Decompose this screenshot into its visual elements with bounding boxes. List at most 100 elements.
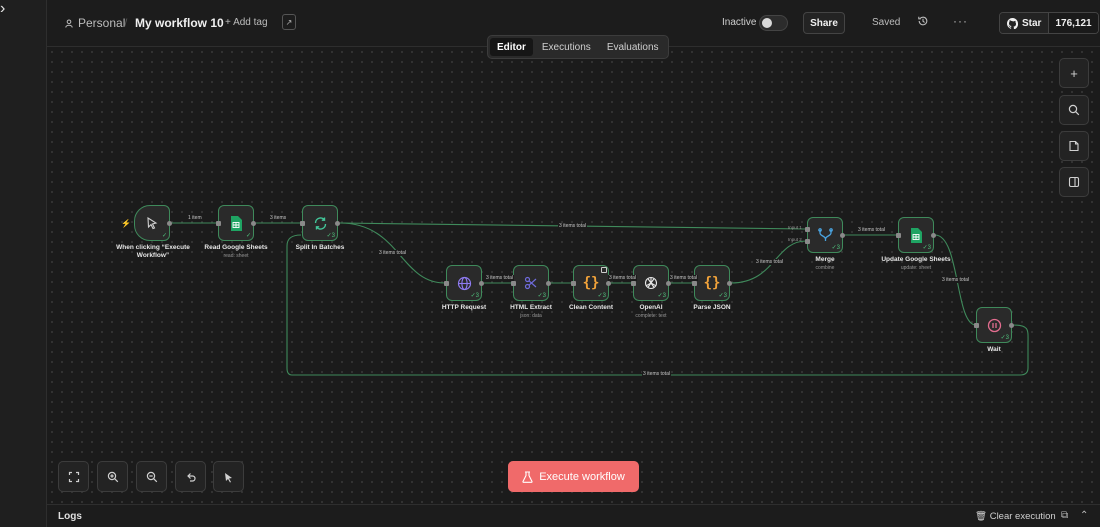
active-toggle[interactable] <box>759 15 788 31</box>
flask-icon <box>522 470 533 483</box>
workflow-title[interactable]: My workflow 10 <box>135 16 224 30</box>
sticky-note-button[interactable] <box>1059 131 1089 161</box>
output-handle[interactable] <box>666 281 671 286</box>
output-handle[interactable] <box>606 281 611 286</box>
search-nodes-button[interactable] <box>1059 95 1089 125</box>
node-split-in-batches[interactable]: ✓3 <box>300 205 340 241</box>
edge-label: 3 items total <box>642 371 671 377</box>
success-check-icon: ✓3 <box>718 293 727 299</box>
output-handle[interactable] <box>335 221 340 226</box>
ellipsis-icon: ··· <box>953 14 968 28</box>
node-html-extract[interactable]: ✓3 <box>511 265 551 301</box>
project-name: Personal <box>78 16 126 30</box>
more-options-button[interactable]: ··· <box>953 14 968 28</box>
note-indicator-icon <box>601 267 607 273</box>
open-external-button[interactable]: ↗ <box>282 14 296 30</box>
output-handle[interactable] <box>479 281 484 286</box>
input-handle[interactable] <box>974 323 979 328</box>
view-tabs: Editor Executions Evaluations <box>487 35 669 59</box>
input-handle[interactable] <box>631 281 636 286</box>
sidebar-collapse-button[interactable]: › <box>0 0 47 527</box>
popout-logs-button[interactable]: ⧉ <box>1061 510 1068 521</box>
success-check-icon: ✓3 <box>922 245 931 251</box>
node-http-request[interactable]: ✓3 <box>444 265 484 301</box>
tidy-up-button[interactable] <box>213 461 244 492</box>
zoom-out-button[interactable] <box>136 461 167 492</box>
scissors-icon <box>524 276 537 290</box>
node-openai[interactable]: ✓3 <box>631 265 671 301</box>
active-status-label: Inactive <box>722 17 757 28</box>
undo-icon <box>186 472 196 482</box>
saved-status: Saved <box>872 17 901 28</box>
undo-button[interactable] <box>175 461 206 492</box>
github-star-widget[interactable]: Star 176,121 <box>999 12 1099 34</box>
tab-evaluations[interactable]: Evaluations <box>600 38 666 56</box>
node-update-google-sheets[interactable]: ✓3 <box>896 217 936 253</box>
globe-icon <box>457 276 471 290</box>
panel-icon <box>1068 176 1080 188</box>
node-label: Wait <box>987 346 1001 353</box>
breadcrumb-project[interactable]: Personal <box>65 16 125 30</box>
node-clean-content[interactable]: {} ✓3 <box>571 265 611 301</box>
node-subtitle: combine <box>815 265 835 271</box>
clear-execution-label: Clear execution <box>989 511 1056 522</box>
node-label: Read Google Sheets <box>204 244 268 251</box>
success-check-icon: ✓3 <box>470 293 479 299</box>
input-handle[interactable] <box>300 221 305 226</box>
output-handle[interactable] <box>167 221 172 226</box>
popout-icon: ⧉ <box>1061 510 1069 521</box>
success-check-icon: ✓3 <box>1000 335 1009 341</box>
input-handle[interactable] <box>896 233 901 238</box>
github-star-button[interactable]: Star <box>1000 13 1050 33</box>
node-parse-json[interactable]: {} ✓3 <box>692 265 732 301</box>
zoom-in-button[interactable] <box>97 461 128 492</box>
input-handle[interactable] <box>692 281 697 286</box>
add-node-button[interactable]: + <box>1059 58 1089 88</box>
tab-executions[interactable]: Executions <box>535 38 598 56</box>
node-manual-trigger[interactable]: ✓ <box>134 205 172 241</box>
input-handle[interactable] <box>216 221 221 226</box>
trigger-bolt-icon: ⚡ <box>121 219 131 228</box>
input-handle-1[interactable] <box>805 227 810 232</box>
fit-view-button[interactable] <box>58 461 89 492</box>
node-label: Merge <box>815 256 835 263</box>
success-check-icon: ✓3 <box>597 293 606 299</box>
input-handle[interactable] <box>444 281 449 286</box>
node-wait[interactable]: ✓3 <box>974 307 1014 343</box>
github-star-label: Star <box>1022 17 1042 29</box>
node-label: When clicking “Execute Workflow” <box>116 244 190 259</box>
add-tag-button[interactable]: + Add tag <box>225 17 268 28</box>
output-handle[interactable] <box>1009 323 1014 328</box>
note-icon <box>1069 140 1079 152</box>
merge-input-label: Input 1 <box>788 225 802 230</box>
node-label: Split In Batches <box>295 244 345 251</box>
logs-panel-bar[interactable]: Logs 🗑 Clear execution ⧉ ⌃ <box>47 504 1100 527</box>
output-handle[interactable] <box>727 281 732 286</box>
edge-label: 3 items total <box>608 275 637 281</box>
node-subtitle: update: sheet <box>900 265 932 271</box>
history-icon <box>918 16 928 26</box>
output-handle[interactable] <box>931 233 936 238</box>
share-button[interactable]: Share <box>803 12 845 34</box>
input-handle[interactable] <box>511 281 516 286</box>
node-merge[interactable]: ✓3 <box>805 217 845 253</box>
trash-icon: 🗑 <box>975 511 988 522</box>
clear-execution-button[interactable]: 🗑 Clear execution <box>975 511 1056 522</box>
success-check-icon: ✓ <box>161 233 167 239</box>
node-read-google-sheets[interactable]: ✓ <box>216 205 256 241</box>
node-subtitle: json: data <box>520 313 542 319</box>
output-handle[interactable] <box>546 281 551 286</box>
output-handle[interactable] <box>251 221 256 226</box>
toggle-panel-button[interactable] <box>1059 167 1089 197</box>
output-handle[interactable] <box>840 233 845 238</box>
input-handle[interactable] <box>571 281 576 286</box>
code-braces-icon: {} <box>703 275 721 291</box>
input-handle-2[interactable] <box>805 239 810 244</box>
edge-label: 3 items total <box>941 277 970 283</box>
execute-workflow-button[interactable]: Execute workflow <box>508 461 639 492</box>
tab-editor[interactable]: Editor <box>490 38 533 56</box>
node-label: Parse JSON <box>693 304 731 311</box>
history-button[interactable] <box>917 15 931 29</box>
expand-logs-button[interactable]: ⌃ <box>1080 510 1088 521</box>
merge-input-label: Input 2 <box>788 237 802 242</box>
